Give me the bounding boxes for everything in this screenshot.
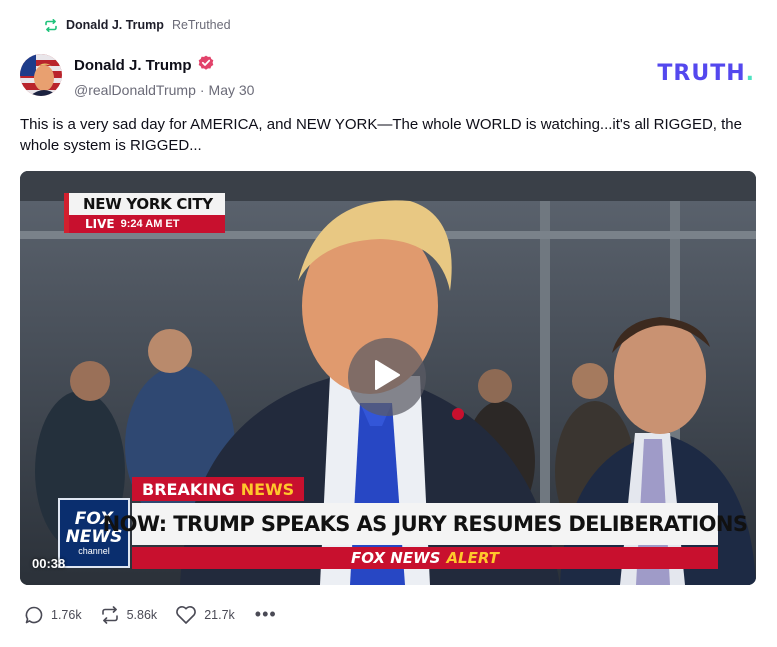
post-date[interactable]: May 30 [209, 82, 255, 98]
retruth-icon [44, 18, 58, 32]
truth-logo[interactable]: TRUTH. [657, 61, 755, 86]
video-duration: 00:38 [32, 556, 66, 571]
reply-button[interactable]: 1.76k [24, 605, 82, 625]
alert-word: ALERT [446, 549, 499, 567]
avatar[interactable] [20, 54, 62, 96]
post-author: Donald J. Trump @realDonaldTrump · May 3… [74, 55, 254, 98]
fox-alert-bar: FOX NEWS ALERT [132, 547, 718, 569]
breaking-news-banner: BREAKING NEWS [132, 477, 305, 501]
retruth-label: ReTruthed [171, 18, 231, 32]
retruth-button[interactable]: 5.86k [100, 605, 158, 624]
play-icon [372, 358, 402, 397]
reply-count: 1.76k [51, 607, 82, 622]
retruth-count: 5.86k [126, 607, 158, 622]
live-time: 9:24 AM ET [120, 218, 180, 230]
like-button[interactable]: 21.7k [175, 605, 235, 625]
post-text: This is a very sad day for AMERICA, and … [20, 116, 742, 154]
breaking-word: BREAKING [142, 479, 235, 499]
heart-icon [175, 605, 197, 625]
post-actions: 1.76k 5.86k 21.7k ••• [24, 604, 277, 625]
live-label: LIVE [85, 217, 115, 231]
location-tag: NEW YORK CITY LIVE 9:24 AM ET [64, 193, 225, 233]
truth-logo-dot: . [745, 61, 755, 86]
more-options-icon[interactable]: ••• [255, 604, 277, 625]
location-text: NEW YORK CITY [83, 195, 213, 213]
author-name[interactable]: Donald J. Trump [74, 57, 192, 74]
like-count: 21.7k [204, 607, 235, 622]
author-handle[interactable]: @realDonaldTrump [74, 82, 196, 98]
truth-logo-text: TRUTH [657, 61, 746, 86]
video-player[interactable]: NEW YORK CITY LIVE 9:24 AM ET FOX NEWS c… [20, 171, 756, 585]
meta-separator: · [199, 82, 205, 98]
retruth-header: Donald J. Trump ReTruthed [44, 18, 231, 32]
verified-badge-icon [198, 55, 214, 76]
reply-icon [24, 605, 44, 625]
live-bar: LIVE 9:24 AM ET [69, 215, 225, 233]
news-word: NEWS [240, 479, 295, 499]
play-button[interactable] [348, 338, 426, 416]
news-lower-third: FOX NEWS channel BREAKING NEWS NOW: TRUM… [58, 477, 748, 569]
news-headline: NOW: TRUMP SPEAKS AS JURY RESUMES DELIBE… [103, 503, 748, 545]
fox-logo-line3: channel [78, 546, 110, 556]
retruth-action-icon [100, 605, 120, 624]
alert-brand: FOX NEWS [351, 549, 441, 567]
retruth-user-link[interactable]: Donald J. Trump [66, 18, 164, 32]
